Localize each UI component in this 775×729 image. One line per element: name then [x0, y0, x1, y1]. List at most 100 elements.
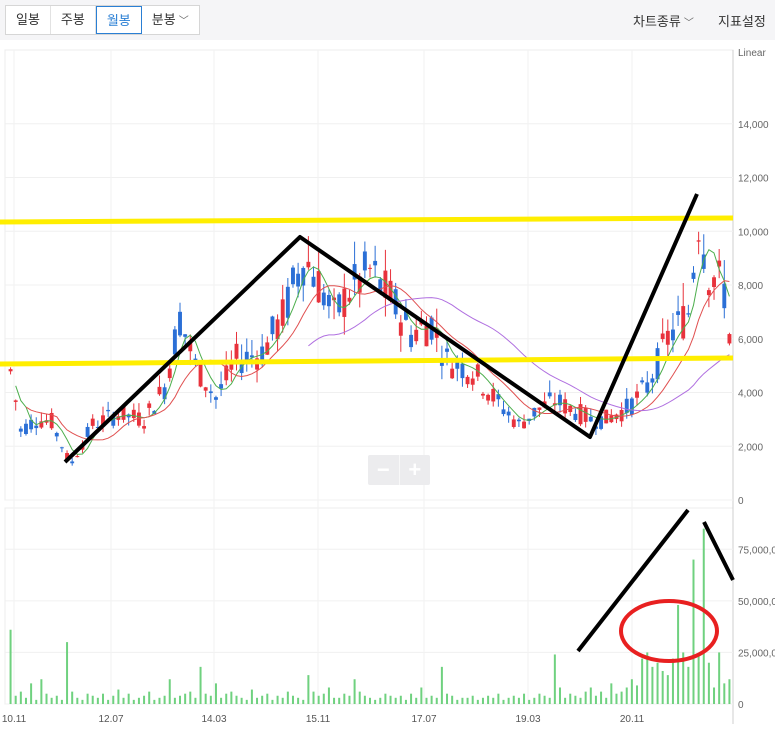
price-tick-label: 6,000 [738, 335, 763, 346]
volume-bar [132, 699, 135, 704]
volume-bar [492, 697, 495, 704]
tab-daily[interactable]: 일봉 [6, 6, 51, 34]
volume-bar [184, 693, 187, 704]
tab-monthly[interactable]: 월봉 [95, 6, 142, 34]
candle-body [172, 329, 177, 355]
volume-bar [45, 693, 48, 704]
volume-bar [435, 697, 438, 704]
volume-bar [348, 695, 351, 704]
volume-bar [718, 652, 721, 704]
volume-bar [553, 654, 556, 704]
period-tabs: 일봉 주봉 월봉 분봉 ﹀ [5, 5, 200, 35]
volume-bar [307, 675, 310, 704]
candle-body [727, 334, 732, 344]
candle-body [506, 411, 511, 416]
price-tick-label: 4,000 [738, 389, 763, 400]
candle-body [532, 407, 537, 417]
volume-bar [353, 679, 356, 704]
chart-type-menu[interactable]: 차트종류 ﹀ [633, 11, 694, 30]
price-tick-label: 0 [738, 496, 744, 507]
candle-body [362, 251, 367, 271]
candle-body [486, 394, 491, 401]
x-tick-label: 15.11 [306, 714, 331, 725]
stock-chart[interactable]: 14,000 12,000 10,000 8,000 6,000 4,000 2,000 0 L… [0, 40, 775, 729]
candle-body [573, 413, 578, 421]
chevron-down-icon: ﹀ [178, 16, 189, 27]
volume-bar [261, 695, 264, 704]
zoom-in-button[interactable]: + [400, 455, 431, 485]
volume-bar [158, 697, 161, 704]
volume-bar [564, 697, 567, 704]
candle-body [178, 311, 182, 336]
volume-bar [297, 697, 300, 704]
candle-body [563, 399, 568, 414]
volume-bar [55, 695, 58, 704]
candle-body [640, 380, 645, 383]
volume-tick-label: 0 [738, 700, 744, 711]
candle-body [34, 425, 39, 429]
candle-body [8, 369, 13, 372]
candle-body [450, 368, 455, 379]
volume-bar [312, 691, 315, 704]
candle-body [244, 351, 249, 361]
candle-body [90, 418, 95, 426]
volume-bar [327, 687, 330, 704]
candle-body [234, 343, 239, 359]
volume-bar [60, 699, 63, 704]
volume-bar [86, 693, 89, 704]
volume-bar [702, 528, 705, 704]
volume-bar [584, 691, 587, 704]
volume-bar [225, 693, 228, 704]
volume-bar [81, 699, 84, 704]
volume-tick-label: 75,000,0 [738, 545, 775, 556]
tab-weekly[interactable]: 주봉 [51, 6, 96, 34]
volume-bar [250, 689, 253, 704]
price-panel [4, 49, 734, 501]
tab-minute-label: 분봉 [151, 12, 176, 27]
volume-bar [245, 699, 248, 704]
candle-body [481, 393, 485, 396]
volume-bar [281, 697, 284, 704]
volume-bar [605, 697, 608, 704]
volume-bar [666, 675, 669, 704]
scale-label: Linear [738, 48, 766, 59]
candle-body [537, 407, 542, 410]
volume-panel [4, 507, 734, 705]
indicator-settings-label: 지표설정 [718, 14, 766, 29]
candle-body [342, 288, 347, 317]
indicator-settings-menu[interactable]: 지표설정 [718, 11, 766, 30]
candle-body [681, 306, 686, 339]
volume-bar [523, 693, 526, 704]
candle-body [650, 378, 655, 383]
volume-bar [322, 693, 325, 704]
volume-bar [363, 695, 366, 704]
tab-minute[interactable]: 분봉 ﹀ [142, 6, 199, 34]
candle-body [398, 322, 403, 336]
candle-body [696, 240, 701, 242]
volume-bar [173, 697, 176, 704]
volume-bar [641, 658, 644, 704]
volume-bar [137, 697, 140, 704]
volume-bar [636, 685, 639, 704]
volume-bar [50, 697, 53, 704]
volume-bar [317, 695, 320, 704]
volume-bar [446, 693, 449, 704]
volume-bar [194, 697, 197, 704]
candle-body [18, 428, 23, 432]
x-tick-label: 19.03 [515, 714, 540, 725]
candle-body [59, 447, 64, 449]
candle-body [722, 283, 727, 309]
volume-bar [625, 687, 628, 704]
zoom-out-button[interactable]: − [368, 455, 399, 485]
candle-body [162, 387, 167, 400]
volume-bar [338, 697, 341, 704]
volume-bar [481, 697, 484, 704]
volume-bar [538, 693, 541, 704]
volume-bar [276, 695, 279, 704]
volume-tick-label: 25,000,0 [738, 648, 775, 659]
volume-bar [579, 697, 582, 704]
volume-bar [615, 693, 618, 704]
volume-bar [425, 697, 428, 704]
volume-bar [209, 695, 212, 704]
volume-bar [656, 662, 659, 704]
